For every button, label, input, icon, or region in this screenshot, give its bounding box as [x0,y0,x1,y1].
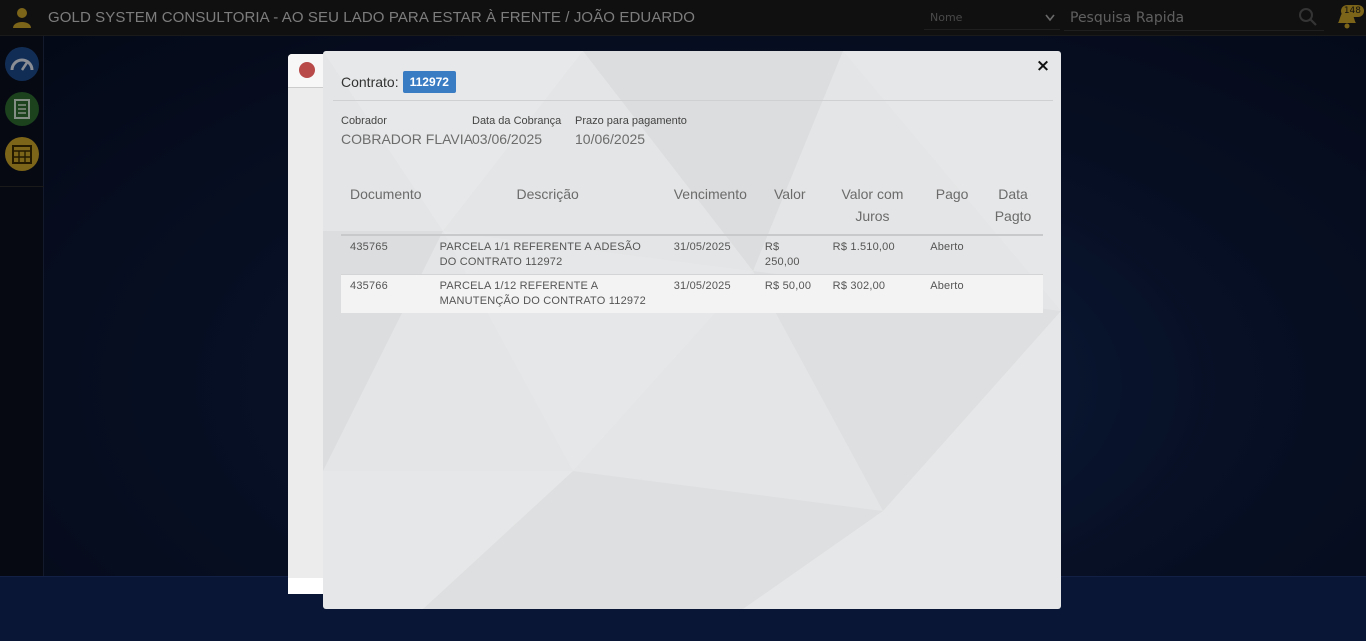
close-icon[interactable]: × [1034,57,1052,75]
cell-documento: 435765 [341,235,431,275]
cobrador-info: Cobrador COBRADOR FLAVIA [341,115,473,147]
cell-documento: 435766 [350,280,388,292]
table-row[interactable]: 435766 PARCELA 1/12 REFERENTE A MANUTENÇ… [341,274,1043,314]
column-header-data-pagto: Data Pagto [983,179,1043,236]
column-header-valor: Valor [755,179,824,236]
cell-data-pagto [983,275,1043,314]
cell-vencimento: 31/05/2025 [673,280,731,292]
cell-descricao: PARCELA 1/1 REFERENTE A ADESÃO DO CONTRA… [430,235,665,275]
avatar [299,62,315,78]
column-header-documento: Documento [341,179,431,236]
data-cobranca-info: Data da Cobrança 03/06/2025 [472,115,561,147]
cobrador-label: Cobrador [341,115,387,127]
column-header-vencimento: Vencimento [664,179,756,236]
table-header-row: Documento Descrição Vencimento Valor Val… [341,179,1043,236]
cobrador-value: COBRADOR FLAVIA [341,131,473,147]
cell-pago-status: Aberto [930,280,964,292]
data-cobranca-label: Data da Cobrança [472,115,562,127]
cell-pago-status: Aberto [921,235,984,275]
header-divider [333,100,1053,101]
contract-label: Contrato: [341,74,399,90]
prazo-info: Prazo para pagamento 10/06/2025 [575,115,687,147]
installments-table: Documento Descrição Vencimento Valor Val… [341,179,1043,313]
cell-vencimento: 31/05/2025 [664,235,756,275]
column-header-descricao: Descrição [430,179,665,236]
cell-descricao: PARCELA 1/12 REFERENTE A MANUTENÇÃO DO C… [439,280,646,307]
cell-valor-juros: R$ 1.510,00 [823,235,922,275]
cell-valor: R$ 250,00 [755,235,824,275]
contract-modal: × Contrato: 112972 Cobrador COBRADOR FLA… [323,51,1061,609]
column-header-pago: Pago [921,179,984,236]
prazo-value: 10/06/2025 [575,131,646,147]
cell-data-pagto [983,235,1043,275]
cell-valor-juros: R$ 302,00 [832,280,886,292]
contract-header: Contrato: 112972 [341,70,456,94]
data-cobranca-value: 03/06/2025 [472,131,543,147]
table-row[interactable]: 435765 PARCELA 1/1 REFERENTE A ADESÃO DO… [341,235,1043,275]
cell-valor: R$ 50,00 [764,280,812,292]
contract-number-badge: 112972 [402,71,456,93]
column-header-valor-juros: Valor com Juros [823,179,922,236]
prazo-label: Prazo para pagamento [575,115,687,127]
